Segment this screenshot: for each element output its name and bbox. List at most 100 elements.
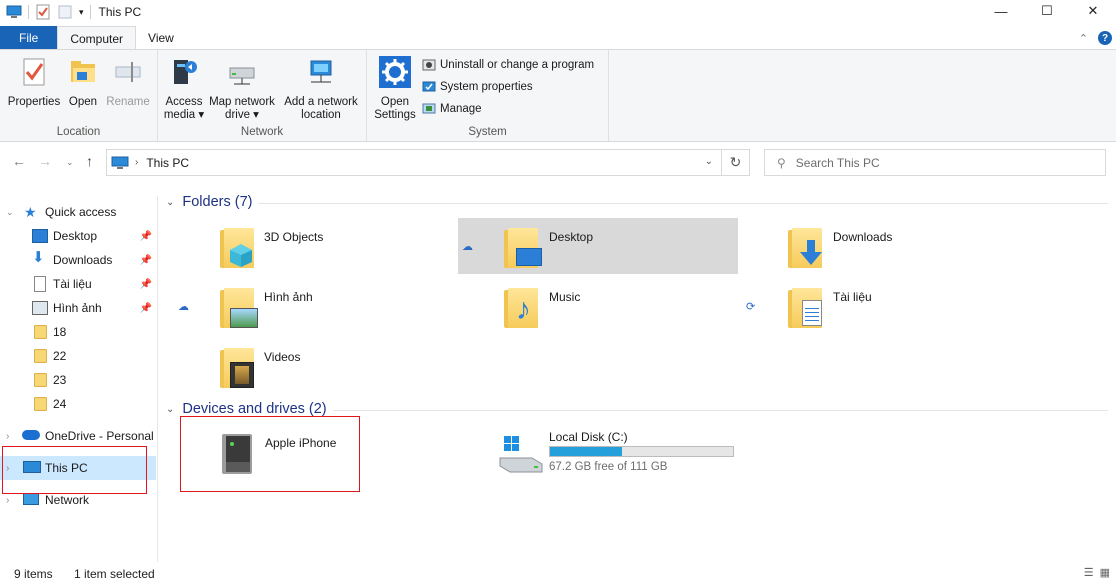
minimize-button[interactable]: — [978, 0, 1024, 22]
sidebar-item-hinh-anh[interactable]: Hình ảnh 📌 [0, 296, 156, 320]
up-arrow-icon[interactable]: ↑ [86, 153, 93, 169]
sidebar-item-folder[interactable]: 22 [0, 344, 156, 368]
customize-toolbar-icon[interactable]: ▾ [79, 7, 84, 18]
folder-icon [34, 325, 47, 339]
folder-downloads[interactable]: Downloads [742, 218, 1022, 274]
rename-button[interactable]: Rename [104, 56, 152, 109]
forward-arrow-icon[interactable]: → [38, 153, 52, 169]
uninstall-icon [422, 59, 436, 71]
navigation-pane: ⌄ ★ Quick access Desktop 📌 ⬇ Downloads 📌… [0, 196, 158, 562]
large-icons-view-icon[interactable]: ▦ [1100, 566, 1110, 579]
new-folder-icon[interactable] [57, 4, 73, 20]
desktop-icon [32, 229, 48, 243]
folder-desktop[interactable]: ☁ Desktop [458, 218, 738, 274]
folders-section-header[interactable]: ⌄ Folders (7) [166, 194, 253, 210]
documents-folder-icon [786, 284, 826, 330]
open-button[interactable]: Open [64, 56, 102, 109]
ribbon-tabs: File Computer View ⌃ ? [0, 26, 1116, 50]
settings-gear-icon [379, 56, 411, 88]
search-box[interactable]: ⚲ Search This PC [764, 149, 1106, 176]
sidebar-item-onedrive[interactable]: › OneDrive - Personal [0, 424, 156, 448]
sync-arrows-icon: ⟳ [746, 301, 756, 313]
manage-button[interactable]: Manage [422, 102, 482, 116]
address-dropdown-icon[interactable]: ⌄ [705, 156, 713, 167]
downloads-folder-icon [786, 224, 826, 270]
windows-drive-icon [499, 436, 543, 473]
network-drive-icon [229, 67, 255, 85]
collapse-chevron-icon[interactable]: ⌄ [166, 404, 174, 415]
collapsed-chevron-icon[interactable]: › [6, 431, 9, 442]
system-properties-icon [422, 81, 436, 92]
selection-count: 1 item selected [74, 567, 155, 581]
expanded-chevron-icon[interactable]: ⌄ [6, 207, 14, 218]
title-bar: ▾ This PC — ☐ ✕ [0, 0, 1116, 24]
location-group: Properties Open Rename Location [0, 50, 158, 141]
sidebar-item-downloads[interactable]: ⬇ Downloads 📌 [0, 248, 156, 272]
properties-check-icon[interactable] [35, 4, 51, 20]
collapse-ribbon-icon[interactable]: ⌃ [1079, 32, 1088, 45]
details-view-icon[interactable]: ☰ [1084, 566, 1094, 579]
tab-file[interactable]: File [0, 26, 58, 50]
ribbon: Properties Open Rename Location Access m… [0, 49, 1116, 142]
drive-local-disk-c[interactable]: Local Disk (C:) 67.2 GB free of 111 GB [458, 426, 758, 482]
sidebar-item-tai-lieu[interactable]: Tài liệu 📌 [0, 272, 156, 296]
network-icon [23, 493, 39, 505]
cloud-sync-icon: ☁ [178, 301, 189, 313]
sidebar-item-folder[interactable]: 18 [0, 320, 156, 344]
help-icon[interactable]: ? [1098, 31, 1112, 45]
star-icon: ★ [24, 204, 37, 220]
folder-icon [34, 373, 47, 387]
pin-icon: 📌 [139, 230, 152, 242]
drive-usage-fill [550, 447, 623, 456]
folder-3d-objects[interactable]: 3D Objects [158, 218, 438, 274]
maximize-button[interactable]: ☐ [1024, 0, 1070, 22]
back-arrow-icon[interactable]: ← [12, 153, 26, 169]
map-network-drive-button[interactable]: Map network drive ▾ [206, 56, 278, 122]
folder-icon [34, 349, 47, 363]
manage-computer-icon [422, 103, 436, 114]
sidebar-item-desktop[interactable]: Desktop 📌 [0, 224, 156, 248]
pictures-icon [32, 301, 48, 315]
close-button[interactable]: ✕ [1070, 0, 1116, 22]
pin-icon: 📌 [139, 302, 152, 314]
devices-section-header[interactable]: ⌄ Devices and drives (2) [166, 401, 327, 417]
tab-view[interactable]: View [136, 26, 186, 50]
add-network-location-button[interactable]: Add a network location [280, 56, 362, 122]
desktop-folder-icon [502, 224, 542, 270]
network-group-label: Network [240, 126, 284, 138]
system-properties-button[interactable]: System properties [422, 80, 533, 94]
network-group: Access media ▾ Map network drive ▾ Add a… [158, 50, 367, 141]
properties-button[interactable]: Properties [6, 56, 62, 109]
folder-music[interactable]: ♪ Music [458, 278, 738, 334]
annotation-box [180, 416, 360, 492]
content-pane: ⌄ Folders (7) 3D Objects ☁ Desktop Downl… [158, 178, 1116, 562]
refresh-button[interactable]: ↻ [722, 149, 750, 176]
open-settings-button[interactable]: Open Settings [371, 56, 419, 122]
recent-locations-chevron-icon[interactable]: ⌄ [66, 157, 74, 168]
search-icon: ⚲ [777, 155, 786, 170]
folder-tai-lieu[interactable]: ⟳ Tài liệu [742, 278, 1022, 334]
drive-free-space: 67.2 GB free of 111 GB [549, 461, 668, 473]
folder-hinh-anh[interactable]: ☁ Hình ảnh [158, 278, 438, 334]
rename-icon [115, 62, 141, 82]
sidebar-item-quick-access[interactable]: ⌄ ★ Quick access [0, 200, 156, 224]
breadcrumb-this-pc[interactable]: This PC [146, 156, 189, 170]
collapse-chevron-icon[interactable]: ⌄ [166, 197, 174, 208]
address-bar[interactable]: › This PC ⌄ [106, 149, 722, 176]
drive-usage-bar [549, 446, 734, 457]
cloud-sync-icon: ☁ [462, 241, 473, 253]
uninstall-program-button[interactable]: Uninstall or change a program [422, 58, 594, 72]
collapsed-chevron-icon[interactable]: › [6, 495, 9, 506]
system-group-label: System [468, 126, 507, 138]
download-arrow-icon: ⬇ [32, 249, 45, 266]
computer-icon[interactable] [6, 4, 22, 20]
access-media-button[interactable]: Access media ▾ [162, 56, 206, 122]
annotation-box [2, 446, 147, 494]
tab-computer[interactable]: Computer [57, 26, 137, 50]
search-placeholder: Search This PC [795, 155, 880, 170]
media-server-icon [174, 60, 197, 84]
sidebar-item-folder[interactable]: 23 [0, 368, 156, 392]
breadcrumb-chevron-icon[interactable]: › [135, 157, 138, 168]
folder-videos[interactable]: Videos [158, 338, 438, 394]
sidebar-item-folder[interactable]: 24 [0, 392, 156, 416]
